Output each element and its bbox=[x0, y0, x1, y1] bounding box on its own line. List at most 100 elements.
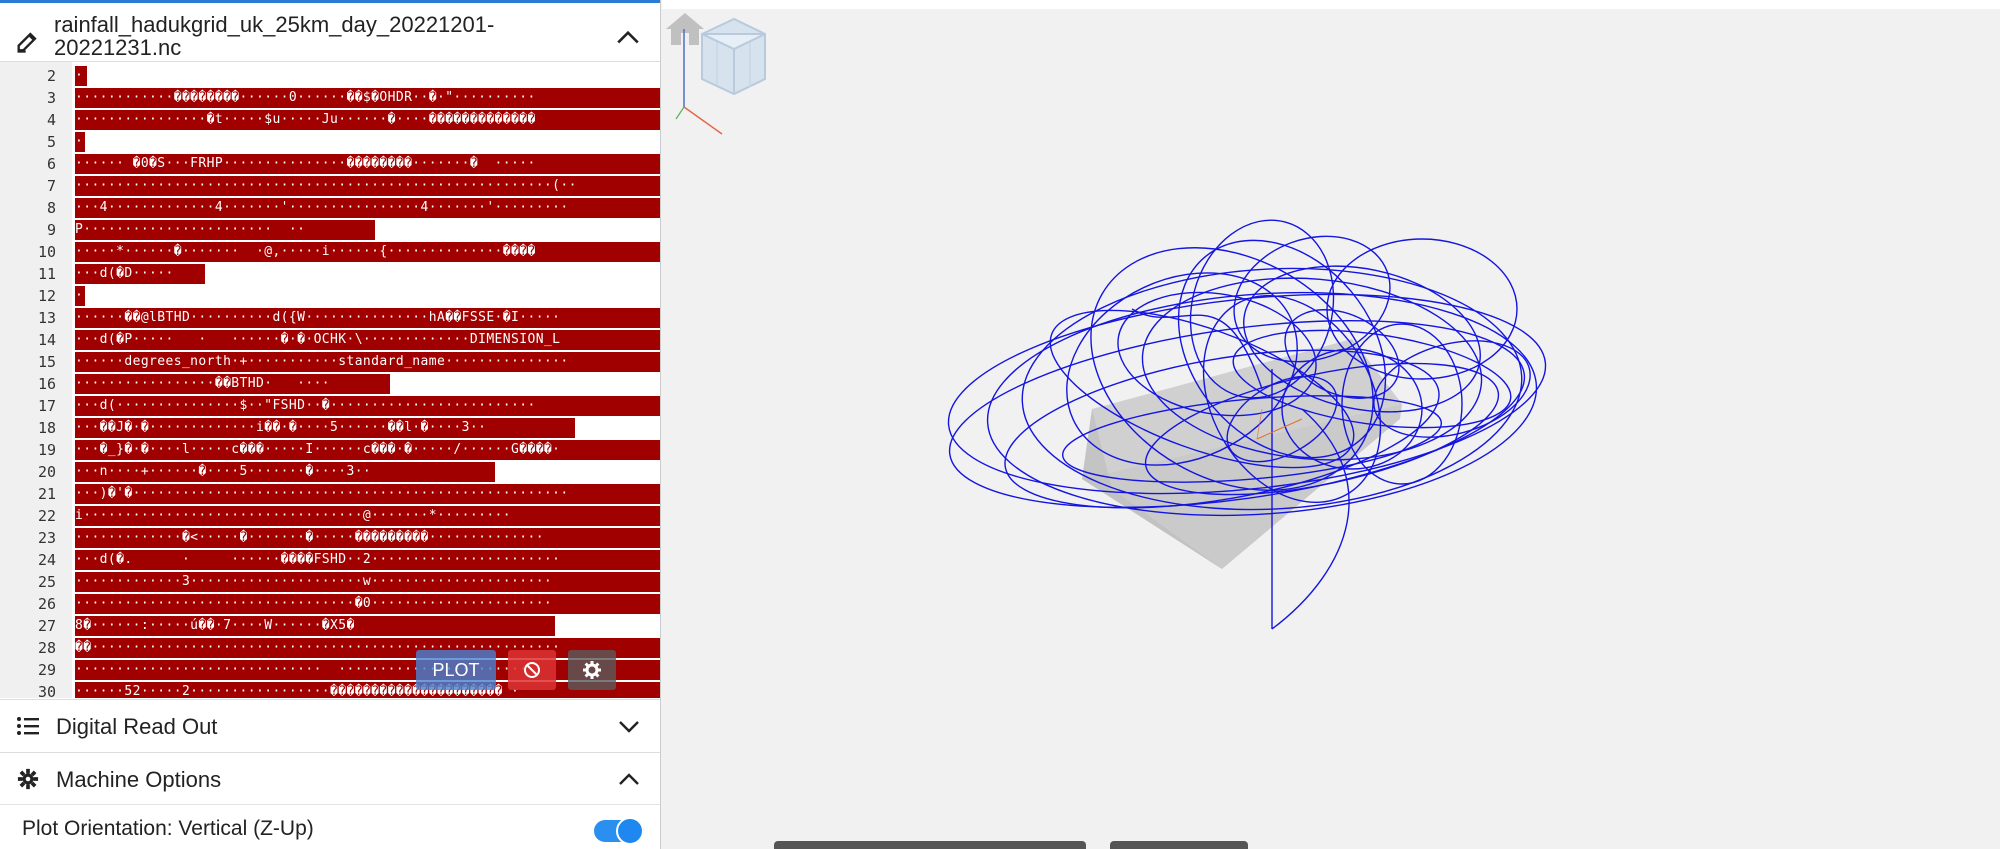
line-number: 9 bbox=[46, 221, 56, 239]
chevron-down-icon bbox=[619, 721, 639, 733]
line-number: 20 bbox=[37, 463, 56, 481]
line-text: ·················��BTHD· ···· bbox=[75, 374, 390, 394]
code-editor[interactable]: 1@HDF2·3············��������······0·····… bbox=[0, 57, 660, 698]
left-panel: rainfall_hadukgrid_uk_25km_day_20221201-… bbox=[0, 0, 661, 849]
line-number: 15 bbox=[37, 353, 56, 371]
plot-button[interactable]: PLOT bbox=[416, 650, 496, 690]
line-number: 5 bbox=[46, 133, 56, 151]
chevron-up-icon[interactable] bbox=[615, 27, 641, 47]
code-line: 19 ···�_}�·�····l·····c���·····I······c��… bbox=[0, 439, 660, 461]
code-line: 5 · bbox=[0, 131, 660, 153]
line-text: P······················· ·· bbox=[75, 220, 375, 240]
code-line: 29 ······························ ·······… bbox=[0, 659, 660, 681]
line-number: 18 bbox=[37, 419, 56, 437]
bottom-tab[interactable] bbox=[774, 841, 1086, 849]
code-line: 18 ···��J�·�·············i��·�····5······… bbox=[0, 417, 660, 439]
digital-read-out-header[interactable]: Digital Read Out bbox=[0, 699, 660, 751]
code-line: 8 ···4·············4·······'·············… bbox=[0, 197, 660, 219]
line-number: 22 bbox=[37, 507, 56, 525]
code-line: 13 ······��@lBTHD··········d({W··········… bbox=[0, 307, 660, 329]
line-text: ·····*······�······· ·@,·····i······{···… bbox=[75, 242, 660, 262]
line-number: 25 bbox=[37, 573, 56, 591]
line-number: 10 bbox=[37, 243, 56, 261]
code-line: 12 · bbox=[0, 285, 660, 307]
line-number: 23 bbox=[37, 529, 56, 547]
code-line: 3 ············��������······0······��$�OH… bbox=[0, 87, 660, 109]
settings-button[interactable] bbox=[568, 650, 616, 690]
toggle-knob bbox=[616, 817, 644, 845]
file-title: rainfall_hadukgrid_uk_25km_day_20221201-… bbox=[54, 12, 495, 60]
code-line: 21 ···)�'�·······························… bbox=[0, 483, 660, 505]
line-text: ················�t·····$u·····Ju······�·… bbox=[75, 110, 660, 130]
line-number: 11 bbox=[37, 265, 56, 283]
app-window: rainfall_hadukgrid_uk_25km_day_20221201-… bbox=[0, 0, 2000, 849]
edit-icon[interactable] bbox=[14, 27, 42, 55]
code-line: 2 · bbox=[0, 65, 660, 87]
list-icon bbox=[17, 717, 39, 735]
code-line: 30 ······52·····2·················�������… bbox=[0, 681, 660, 698]
line-text: · bbox=[75, 66, 87, 86]
line-number: 13 bbox=[37, 309, 56, 327]
code-line: 23 ·············�<·····�·······�·····����… bbox=[0, 527, 660, 549]
line-number: 4 bbox=[46, 111, 56, 129]
line-number: 7 bbox=[46, 177, 56, 195]
line-number: 14 bbox=[37, 331, 56, 349]
code-line: 9 P······················· ·· bbox=[0, 219, 660, 241]
bottom-tab[interactable] bbox=[1110, 841, 1248, 849]
line-text: ········································… bbox=[75, 176, 660, 196]
code-line: 10 ·····*······�······· ·@,·····i······{·… bbox=[0, 241, 660, 263]
plot-orientation-row: Plot Orientation: Vertical (Z-Up) bbox=[0, 804, 660, 849]
machine-options-header[interactable]: Machine Options bbox=[0, 752, 660, 804]
line-text: ·············�<·····�·······�·····������… bbox=[75, 528, 660, 548]
code-line: 4 ················�t·····$u·····Ju······�… bbox=[0, 109, 660, 131]
line-number: 8 bbox=[46, 199, 56, 217]
code-line: 20 ···n····+······�····5·······�····3·· bbox=[0, 461, 660, 483]
line-text: ···d(�P····· · ······�·�·OCHK·\·········… bbox=[75, 330, 660, 350]
line-number: 24 bbox=[37, 551, 56, 569]
line-number: 17 bbox=[37, 397, 56, 415]
3d-viewport[interactable] bbox=[662, 0, 2000, 849]
code-line: 7 ·······································… bbox=[0, 175, 660, 197]
line-text: i··································@····… bbox=[75, 506, 660, 526]
line-text: ·············3·····················w····… bbox=[75, 572, 660, 592]
line-number: 19 bbox=[37, 441, 56, 459]
line-text: · bbox=[75, 132, 85, 152]
code-line: 17 ···d(···············$··"FSHD··�·······… bbox=[0, 395, 660, 417]
line-number: 12 bbox=[37, 287, 56, 305]
code-line: 6 ······ �0�S···FRHP···············������… bbox=[0, 153, 660, 175]
cancel-button[interactable] bbox=[508, 650, 556, 690]
code-line: 11 ···d(�D····· bbox=[0, 263, 660, 285]
machine-options-label: Machine Options bbox=[56, 767, 222, 792]
line-text: ···n····+······�····5·······�····3·· bbox=[75, 462, 495, 482]
line-number: 21 bbox=[37, 485, 56, 503]
line-text: ···d(�. · ······����FSHD··2·············… bbox=[75, 550, 660, 570]
line-text: 8�······:·····ú��·7····W······�X5� bbox=[75, 616, 555, 636]
plot-orientation-label: Plot Orientation: Vertical (Z-Up) bbox=[22, 817, 314, 840]
code-line: 24 ···d(�. · ······����FSHD··2···········… bbox=[0, 549, 660, 571]
view-cube[interactable] bbox=[662, 9, 782, 139]
line-number: 16 bbox=[37, 375, 56, 393]
chevron-up-icon bbox=[619, 773, 639, 785]
line-text: ···4·············4·······'··············… bbox=[75, 198, 660, 218]
dro-label: Digital Read Out bbox=[56, 714, 218, 739]
line-number: 27 bbox=[37, 617, 56, 635]
line-text: ······��@lBTHD··········d({W············… bbox=[75, 308, 660, 328]
code-line: 16 ·················��BTHD· ···· bbox=[0, 373, 660, 395]
line-text: ··································�0····… bbox=[75, 594, 660, 614]
file-header[interactable]: rainfall_hadukgrid_uk_25km_day_20221201-… bbox=[0, 0, 660, 62]
line-text: ············��������······0······��$�OHD… bbox=[75, 88, 660, 108]
plot-orientation-toggle[interactable] bbox=[594, 817, 644, 845]
line-text: ······ �0�S···FRHP···············�������… bbox=[75, 154, 660, 174]
code-line: 15 ······degrees_north·+···········standa… bbox=[0, 351, 660, 373]
line-text: ···��J�·�·············i��·�····5······��… bbox=[75, 418, 575, 438]
toolpath-scene bbox=[947, 219, 1547, 630]
line-number: 3 bbox=[46, 89, 56, 107]
gear-icon bbox=[583, 661, 601, 679]
line-text: ···�_}�·�····l·····c���·····I······c���·… bbox=[75, 440, 660, 460]
line-text: ······degrees_north·+···········standard… bbox=[75, 352, 660, 372]
line-number: 6 bbox=[46, 155, 56, 173]
line-number: 30 bbox=[37, 683, 56, 698]
line-number: 2 bbox=[46, 67, 56, 85]
line-text: · bbox=[75, 286, 85, 306]
code-line: 25 ·············3·····················w··… bbox=[0, 571, 660, 593]
